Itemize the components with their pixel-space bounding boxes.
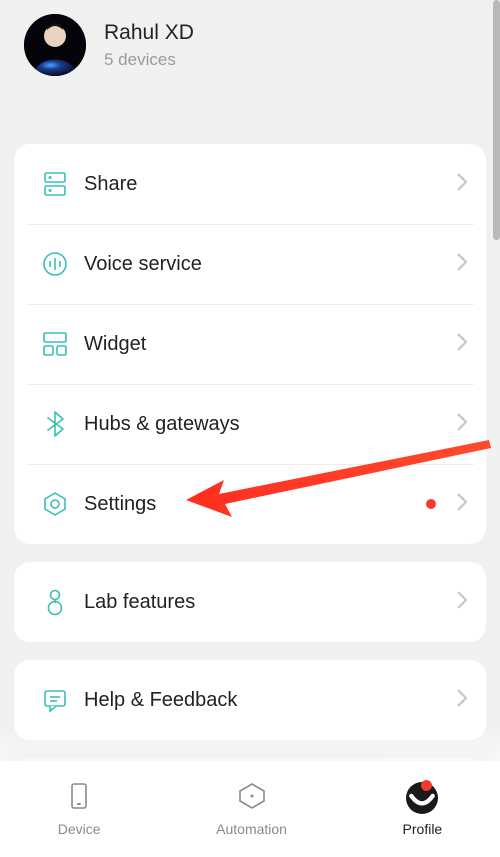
chevron-right-icon xyxy=(456,492,468,517)
profile-name: Rahul XD xyxy=(104,21,194,45)
help-feedback-row[interactable]: Help & Feedback xyxy=(14,660,486,740)
bluetooth-icon xyxy=(26,409,84,439)
nav-automation-label: Automation xyxy=(216,821,287,837)
scrollbar[interactable] xyxy=(493,0,500,240)
card-help: Help & Feedback xyxy=(14,660,486,740)
chevron-right-icon xyxy=(456,412,468,437)
lab-features-row[interactable]: Lab features xyxy=(14,562,486,642)
profile-subtitle: 5 devices xyxy=(104,50,194,70)
widget-icon xyxy=(26,329,84,359)
lab-icon xyxy=(26,587,84,617)
widget-label: Widget xyxy=(84,333,456,356)
voice-icon xyxy=(26,249,84,279)
nav-profile-label: Profile xyxy=(403,821,443,837)
notification-dot xyxy=(426,499,436,509)
settings-row[interactable]: Settings xyxy=(14,464,486,544)
nav-profile[interactable]: Profile xyxy=(403,782,443,837)
nav-automation[interactable]: Automation xyxy=(216,781,287,837)
avatar[interactable] xyxy=(24,14,86,76)
help-feedback-label: Help & Feedback xyxy=(84,689,456,712)
profile-screen: Rahul XD 5 devices Share Voice service xyxy=(0,0,500,857)
profile-header[interactable]: Rahul XD 5 devices xyxy=(0,0,500,84)
hubs-gateways-label: Hubs & gateways xyxy=(84,413,456,436)
nav-device[interactable]: Device xyxy=(58,781,101,837)
share-label: Share xyxy=(84,173,456,196)
chevron-right-icon xyxy=(456,688,468,713)
content-scroll: Share Voice service Widget xyxy=(0,84,500,857)
widget-row[interactable]: Widget xyxy=(14,304,486,384)
chevron-right-icon xyxy=(456,590,468,615)
share-row[interactable]: Share xyxy=(14,144,486,224)
bottom-nav: Device Automation Profile xyxy=(0,761,500,857)
card-lab: Lab features xyxy=(14,562,486,642)
automation-icon xyxy=(237,781,267,814)
nav-device-label: Device xyxy=(58,821,101,837)
device-icon xyxy=(64,781,94,814)
settings-label: Settings xyxy=(84,493,426,516)
voice-service-label: Voice service xyxy=(84,253,456,276)
settings-icon xyxy=(26,489,84,519)
lab-features-label: Lab features xyxy=(84,591,456,614)
hubs-gateways-row[interactable]: Hubs & gateways xyxy=(14,384,486,464)
share-icon xyxy=(26,169,84,199)
chevron-right-icon xyxy=(456,332,468,357)
feedback-icon xyxy=(26,685,84,715)
chevron-right-icon xyxy=(456,172,468,197)
voice-service-row[interactable]: Voice service xyxy=(14,224,486,304)
card-main: Share Voice service Widget xyxy=(14,144,486,544)
chevron-right-icon xyxy=(456,252,468,277)
notification-badge xyxy=(421,780,432,791)
profile-text: Rahul XD 5 devices xyxy=(104,21,194,70)
